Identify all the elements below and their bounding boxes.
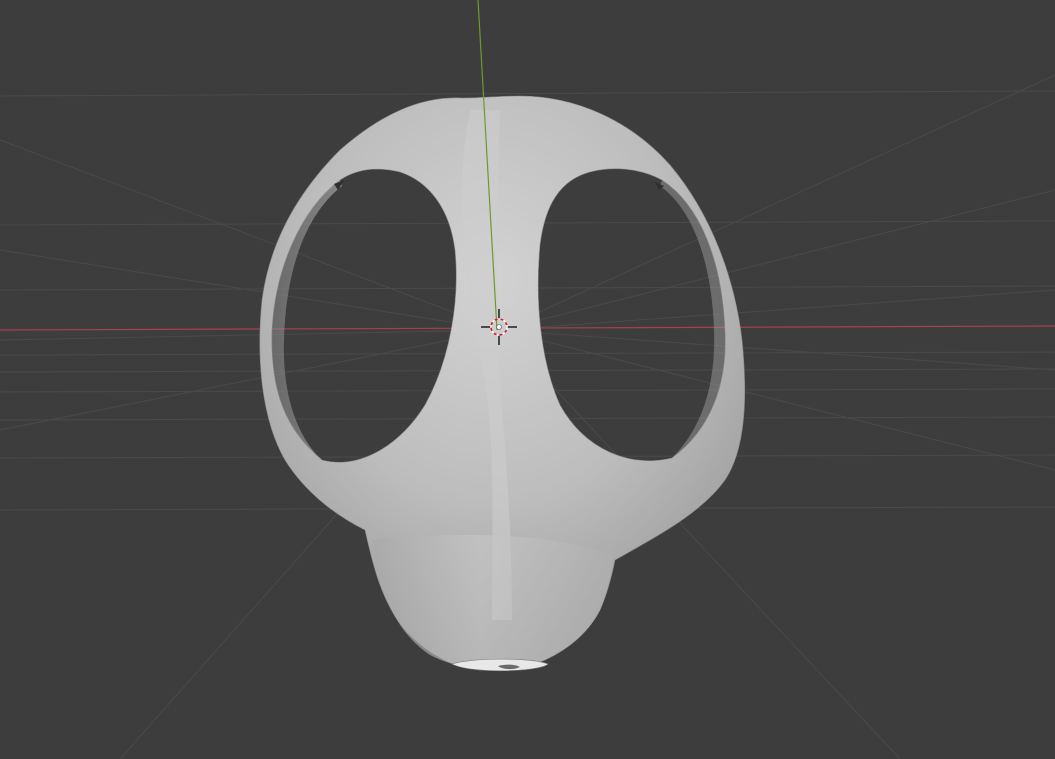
3d-viewport[interactable]: [0, 0, 1055, 759]
viewport-canvas[interactable]: [0, 0, 1055, 759]
